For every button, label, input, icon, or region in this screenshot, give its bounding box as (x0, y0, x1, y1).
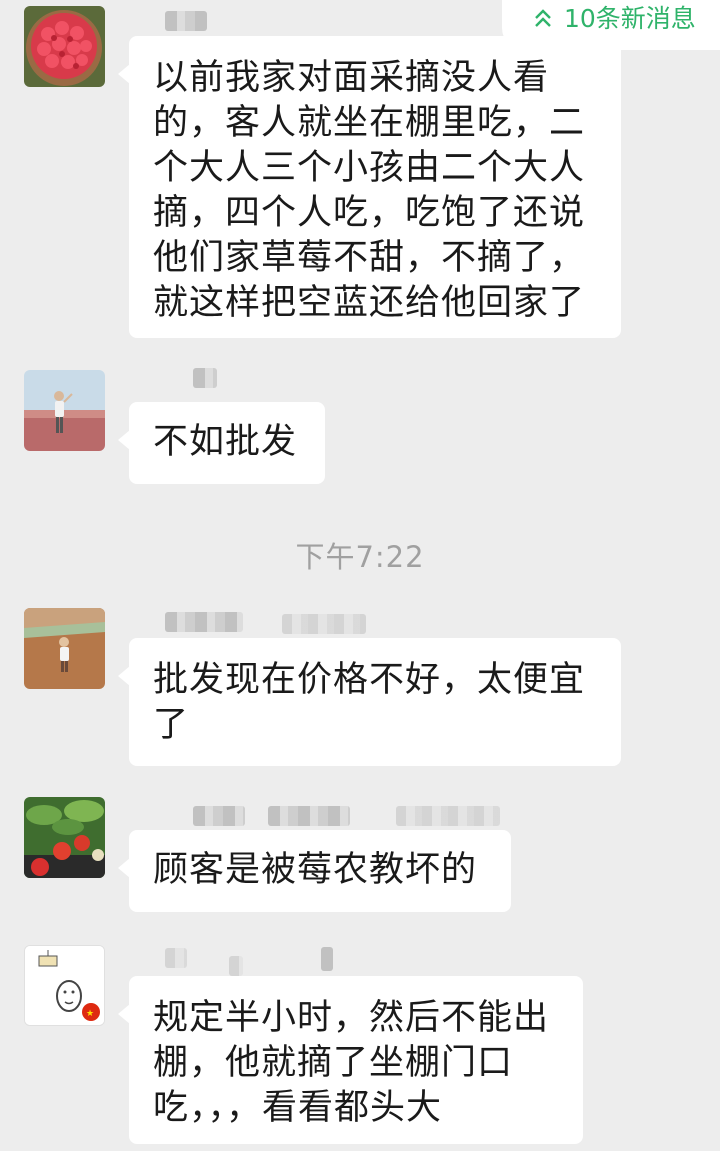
new-messages-banner[interactable]: 10条新消息 (502, 0, 720, 50)
sender-name (396, 806, 500, 826)
child-in-field-avatar[interactable] (24, 608, 105, 689)
chat-timestamp: 下午7:22 (295, 540, 425, 574)
message-bubble[interactable]: 规定半小时，然后不能出 棚，他就摘了坐棚门口 吃，，，看看都头大 (118, 976, 583, 1144)
sender-name (229, 956, 243, 976)
double-chevron-up-icon (534, 1, 552, 39)
sender-name (165, 11, 207, 31)
field-person-avatar[interactable] (24, 370, 105, 451)
sender-name (193, 806, 245, 826)
sender-name (165, 948, 187, 968)
cartoon-avatar[interactable]: ★ (24, 945, 105, 1026)
sender-name (165, 612, 243, 632)
strawberry-basket-avatar[interactable] (24, 6, 105, 87)
message-bubble[interactable]: 顾客是被莓农教坏的 (118, 830, 511, 912)
strawberry-plant-avatar[interactable] (24, 797, 105, 878)
sender-name (321, 947, 333, 971)
sender-name (282, 614, 366, 634)
message-bubble[interactable]: 不如批发 (118, 402, 325, 484)
message-bubble[interactable]: 以前我家对面采摘没人看 的，客人就坐在棚里吃，二 个大人三个小孩由二个大人 摘，… (118, 36, 621, 338)
new-messages-label: 10条新消息 (564, 4, 696, 33)
sender-name (193, 368, 217, 388)
message-bubble[interactable]: 批发现在价格不好，太便宜 了 (118, 638, 621, 766)
sender-name (268, 806, 350, 826)
svg-text:★: ★ (86, 1009, 94, 1019)
